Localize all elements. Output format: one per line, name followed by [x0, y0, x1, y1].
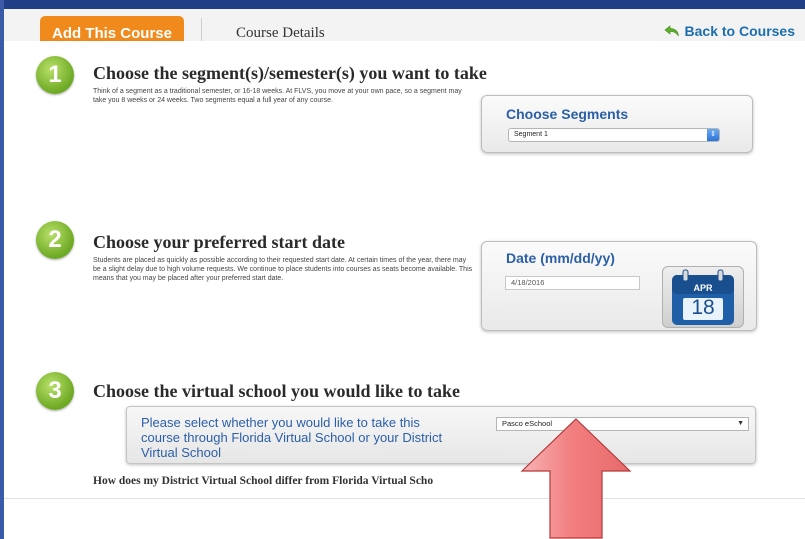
virtual-school-panel: Please select whether you would like to …: [126, 406, 756, 464]
calendar-icon[interactable]: APR 18: [662, 266, 744, 328]
back-to-courses-link[interactable]: Back to Courses: [664, 23, 795, 39]
step-1-heading: Choose the segment(s)/semester(s) you wa…: [93, 63, 487, 83]
back-to-courses-label: Back to Courses: [684, 23, 795, 39]
virtual-school-instructions: Please select whether you would like to …: [141, 415, 443, 460]
dropdown-arrow-icon: ▼: [737, 420, 744, 427]
start-date-title: Date (mm/dd/yy): [506, 250, 615, 266]
start-date-panel: Date (mm/dd/yy) 4/18/2016 APR 18: [481, 241, 757, 331]
step-1-description: Think of a segment as a traditional seme…: [93, 88, 462, 104]
step-3-badge: 3: [36, 372, 74, 410]
start-date-value: 4/18/2016: [511, 278, 545, 287]
app-window: Add This Course Course Details Back to C…: [0, 0, 805, 539]
select-stepper-icon: ⇕: [707, 129, 719, 141]
step-2-heading: Choose your preferred start date: [93, 232, 345, 252]
step-1-number: 1: [48, 61, 62, 88]
calendar-day: 18: [691, 296, 715, 319]
virtual-school-difference-link[interactable]: How does my District Virtual School diff…: [93, 475, 433, 487]
choose-segments-title: Choose Segments: [506, 106, 629, 122]
back-arrow-icon: [664, 24, 680, 38]
tab-course-details-label: Course Details: [236, 25, 325, 41]
tab-row: Add This Course Course Details Back to C…: [4, 9, 805, 50]
step-3-heading: Choose the virtual school you would like…: [93, 381, 461, 401]
step-2-badge: 2: [36, 221, 74, 259]
tab-course-details[interactable]: Course Details: [236, 25, 325, 42]
top-bar: [4, 0, 805, 9]
step-3-number: 3: [48, 377, 62, 404]
main-content: 1 Choose the segment(s)/semester(s) you …: [4, 41, 805, 498]
up-arrow-overlay: [520, 418, 632, 539]
content-bottom-divider: [4, 498, 805, 499]
step-2-number: 2: [48, 226, 62, 253]
tab-add-this-course-label: Add This Course: [51, 24, 172, 42]
choose-segments-panel: Choose Segments Segment 1 ⇕: [481, 95, 753, 153]
step-1-badge: 1: [36, 56, 74, 94]
segment-select-value: Segment 1: [514, 131, 548, 138]
segment-select[interactable]: Segment 1 ⇕: [508, 128, 720, 142]
step-2-description: Students are placed as quickly as possib…: [93, 257, 473, 282]
calendar-month: APR: [693, 283, 713, 293]
start-date-input[interactable]: 4/18/2016: [505, 276, 640, 290]
